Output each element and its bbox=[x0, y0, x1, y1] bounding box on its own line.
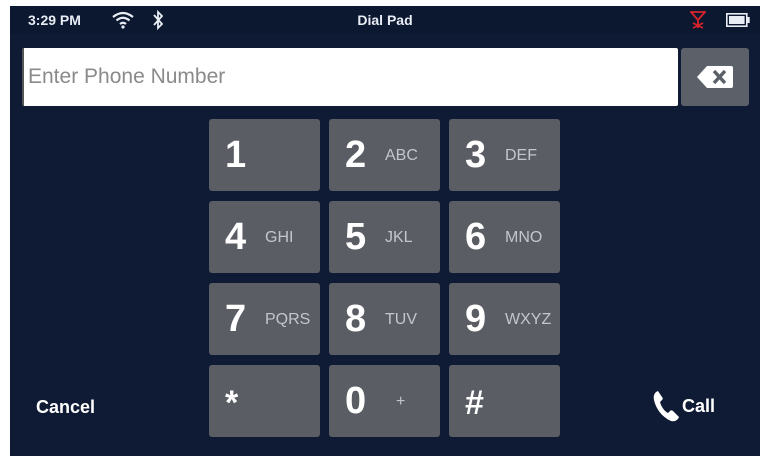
phone-number-input[interactable] bbox=[22, 48, 678, 106]
key-digit: 5 bbox=[345, 216, 367, 258]
page-title: Dial Pad bbox=[357, 12, 413, 28]
cancel-button[interactable]: Cancel bbox=[36, 392, 130, 422]
key-4[interactable]: 4 GHI bbox=[209, 201, 320, 273]
key-letters: GHI bbox=[265, 229, 294, 246]
key-letters: + bbox=[396, 393, 406, 410]
key-2[interactable]: 2 ABC bbox=[329, 119, 440, 191]
dial-pad-screen: 3:29 PM Dial Pad Enter Phone Number 1 2 … bbox=[10, 6, 760, 456]
key-digit: 8 bbox=[345, 298, 367, 340]
key-5[interactable]: 5 JKL bbox=[329, 201, 440, 273]
key-3[interactable]: 3 DEF bbox=[449, 119, 560, 191]
key-9[interactable]: 9 WXYZ bbox=[449, 283, 560, 355]
key-7[interactable]: 7 PQRS bbox=[209, 283, 320, 355]
key-star[interactable]: * bbox=[209, 365, 320, 437]
backspace-button[interactable] bbox=[681, 48, 749, 106]
key-digit: 1 bbox=[225, 134, 247, 176]
key-letters: JKL bbox=[385, 229, 413, 246]
call-button[interactable]: Call bbox=[648, 384, 738, 428]
key-8[interactable]: 8 TUV bbox=[329, 283, 440, 355]
battery-icon bbox=[726, 13, 750, 27]
key-letters: ABC bbox=[385, 147, 418, 164]
key-letters: PQRS bbox=[265, 311, 311, 328]
key-digit: 0 bbox=[345, 380, 367, 422]
key-digit: 7 bbox=[225, 298, 247, 340]
key-letters: DEF bbox=[505, 147, 537, 164]
phone-icon bbox=[653, 391, 679, 422]
key-letters: WXYZ bbox=[505, 311, 552, 328]
key-digit: 2 bbox=[345, 134, 367, 176]
key-0[interactable]: 0 + bbox=[329, 365, 440, 437]
key-digit: 4 bbox=[225, 216, 247, 258]
key-digit: * bbox=[225, 384, 239, 422]
key-1[interactable]: 1 bbox=[209, 119, 320, 191]
key-letters: MNO bbox=[505, 229, 543, 246]
key-letters: TUV bbox=[385, 311, 417, 328]
call-label: Call bbox=[682, 396, 716, 416]
key-6[interactable]: 6 MNO bbox=[449, 201, 560, 273]
key-digit: 6 bbox=[465, 216, 487, 258]
no-signal-icon bbox=[690, 11, 706, 29]
key-digit: 3 bbox=[465, 134, 487, 176]
key-digit: # bbox=[465, 384, 484, 422]
backspace-icon bbox=[697, 66, 733, 88]
key-digit: 9 bbox=[465, 298, 487, 340]
status-bar: 3:29 PM Dial Pad bbox=[10, 6, 760, 34]
key-hash[interactable]: # bbox=[449, 365, 560, 437]
